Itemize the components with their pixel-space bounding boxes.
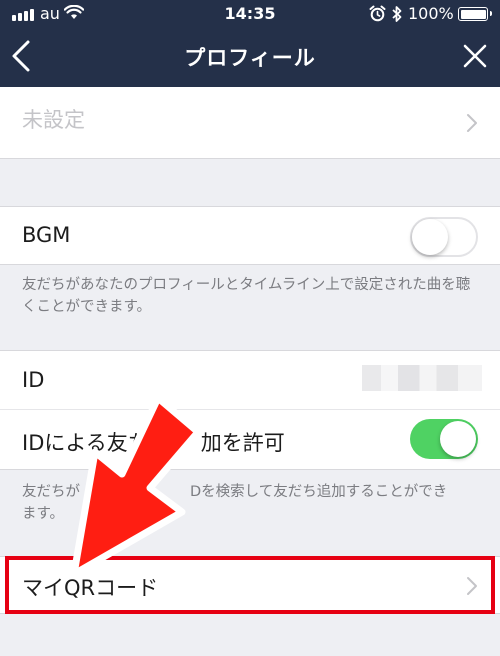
- id-value-blurred: [362, 365, 482, 391]
- unset-label: 未設定: [22, 108, 85, 132]
- app-header: au 14:35 100% プロフィール: [0, 0, 500, 87]
- alarm-icon: [369, 5, 386, 22]
- bluetooth-icon: [392, 6, 402, 22]
- toggle-knob: [440, 421, 476, 457]
- list-item-unset[interactable]: 未設定: [0, 87, 500, 159]
- page-title: プロフィール: [184, 46, 316, 70]
- id-search-label: IDによる友た 加を許可: [22, 431, 285, 455]
- bgm-setting-row: BGM: [0, 206, 500, 265]
- bgm-toggle[interactable]: [410, 217, 478, 257]
- battery-icon: [458, 7, 492, 21]
- close-icon[interactable]: [462, 42, 488, 70]
- status-bar: au 14:35 100%: [0, 0, 500, 30]
- id-label: ID: [22, 368, 45, 392]
- chevron-right-icon: [467, 114, 477, 132]
- bgm-label: BGM: [22, 223, 71, 247]
- annotation-highlight-box: [5, 556, 495, 614]
- battery-percent: 100%: [408, 4, 454, 23]
- bgm-description: 友だちがあなたのプロフィールとタイムライン上で設定された曲を聴くことができます。: [22, 277, 471, 315]
- id-search-setting-row: IDによる友た 加を許可: [0, 410, 500, 470]
- toggle-knob: [412, 219, 448, 255]
- id-search-description: 友だちが Dを検索して友だち追加することができ ます。: [22, 484, 448, 522]
- id-search-toggle[interactable]: [410, 419, 478, 459]
